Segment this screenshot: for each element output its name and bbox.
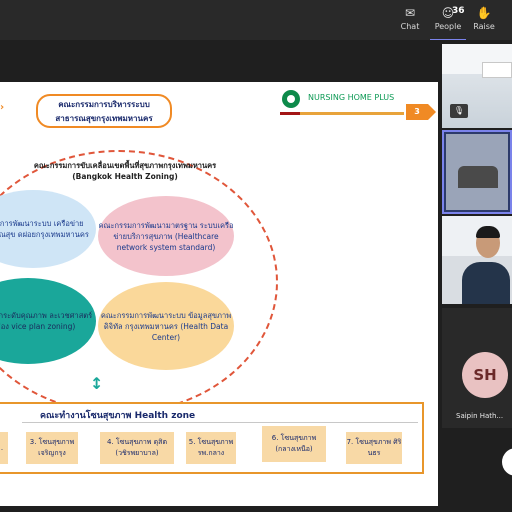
zone-label: 7. โซนสุขภาพ ศิรินธร xyxy=(346,438,402,457)
zone-label: 5. โซนสุขภาพ รพ.กลาง xyxy=(188,438,234,457)
double-arrow-icon: ↕ xyxy=(90,374,104,393)
zone-label: 6. โซนสุขภาพ (กลางเหนือ) xyxy=(271,434,317,453)
participant-body xyxy=(462,262,510,304)
muted-mic-icon: 🎙 xyxy=(450,104,468,118)
zoning-title-th: คณะกรรมการขับเคลื่อนเขตพื้นที่สุขภาพกรุง… xyxy=(33,161,217,170)
committee-circle-data-center: คณะกรรมการพัฒนาระบบ ข้อมูลสุขภาพดิจิทัล … xyxy=(98,282,234,370)
zone-label: 4. โซนสุขภาพ ดุสิต (วชิรพยาบาล) xyxy=(106,438,167,457)
people-count: 36 xyxy=(452,6,465,16)
zoning-title: คณะกรรมการขับเคลื่อนเขตพื้นที่สุขภาพกรุง… xyxy=(0,160,250,182)
zone-card: . xyxy=(0,432,8,464)
slide-edge-mark: › xyxy=(0,102,5,113)
avatar: SH xyxy=(462,352,508,398)
zone-card: 7. โซนสุขภาพ ศิรินธร xyxy=(346,432,402,464)
health-zone-box: คณะทำงานโซนสุขภาพ Health zone . 3. โซนสุ… xyxy=(0,402,424,474)
presentation-slide: › คณะกรรมการบริหารระบบ สาธารณสุขกรุงเทพม… xyxy=(0,82,438,506)
zone-label: . xyxy=(0,443,4,452)
slide-header-box: คณะกรรมการบริหารระบบ สาธารณสุขกรุงเทพมหา… xyxy=(36,94,172,128)
health-zone-title: คณะทำงานโซนสุขภาพ Health zone xyxy=(40,411,196,421)
page-number-tag: 3 xyxy=(406,104,436,120)
header-line-1: คณะกรรมการบริหารระบบ xyxy=(58,100,150,109)
meeting-toolbar: ✉ Chat ☺ 36 People ✋ Raise xyxy=(0,0,512,41)
zone-divider xyxy=(22,422,418,423)
brand-text: NURSING HOME PLUS xyxy=(308,93,395,102)
raise-hand-button[interactable]: ✋ Raise xyxy=(464,4,504,38)
zoning-title-en: (Bangkok Health Zoning) xyxy=(72,172,178,181)
participant-video-tile[interactable]: 🎙 xyxy=(442,44,512,128)
participant-name: Saipin Hath... xyxy=(456,412,504,420)
zone-card: 6. โซนสุขภาพ (กลางเหนือ) xyxy=(262,426,326,462)
zone-card: 4. โซนสุขภาพ ดุสิต (วชิรพยาบาล) xyxy=(100,432,174,464)
moph-logo-icon xyxy=(282,90,300,108)
brand-underline-gold xyxy=(300,112,404,115)
participant-video-tile[interactable] xyxy=(442,216,512,304)
committee-text: กรรมการพัฒนาระบบ เครือข่ายสาธารณสุข ดฝอย… xyxy=(0,219,89,239)
participant-video-tile-active[interactable] xyxy=(442,130,512,214)
zone-card: 5. โซนสุขภาพ รพ.กลาง xyxy=(186,432,236,464)
participant-hair xyxy=(476,226,500,238)
room-participants xyxy=(458,166,498,188)
people-label: People xyxy=(434,22,462,31)
chat-icon: ✉ xyxy=(404,6,416,20)
raise-label: Raise xyxy=(473,22,495,31)
partial-avatar[interactable] xyxy=(502,448,512,476)
chat-label: Chat xyxy=(400,22,420,31)
participant-rail: 🎙 SH Saipin Hath... xyxy=(440,40,512,512)
brand-underline-red xyxy=(280,112,300,115)
room-light xyxy=(482,62,512,78)
shared-content-stage: › คณะกรรมการบริหารระบบ สาธารณสุขกรุงเทพม… xyxy=(0,40,440,512)
committee-text: คณะกรรมการพัฒนาระบบ ข้อมูลสุขภาพดิจิทัล … xyxy=(100,310,232,342)
zone-card: 3. โซนสุขภาพ เจริญกรุง xyxy=(26,432,78,464)
committee-text: คณะกรรมการพัฒนามาตรฐาน ระบบเครือข่ายบริก… xyxy=(98,220,234,252)
committee-circle-standard: คณะกรรมการพัฒนามาตรฐาน ระบบเครือข่ายบริก… xyxy=(98,196,234,276)
zone-label: 3. โซนสุขภาพ เจริญกรุง xyxy=(29,438,75,457)
header-line-2: สาธารณสุขกรุงเทพมหานคร xyxy=(55,114,153,123)
raise-hand-icon: ✋ xyxy=(476,6,492,20)
committee-text: กรรมการยกระดับคุณภาพ ละเวชศาสตร์เขตเมือง… xyxy=(0,311,93,331)
participant-avatar-tile[interactable]: SH Saipin Hath... xyxy=(442,308,512,428)
chat-button[interactable]: ✉ Chat xyxy=(390,4,430,38)
people-button[interactable]: ☺ 36 People xyxy=(428,4,468,41)
